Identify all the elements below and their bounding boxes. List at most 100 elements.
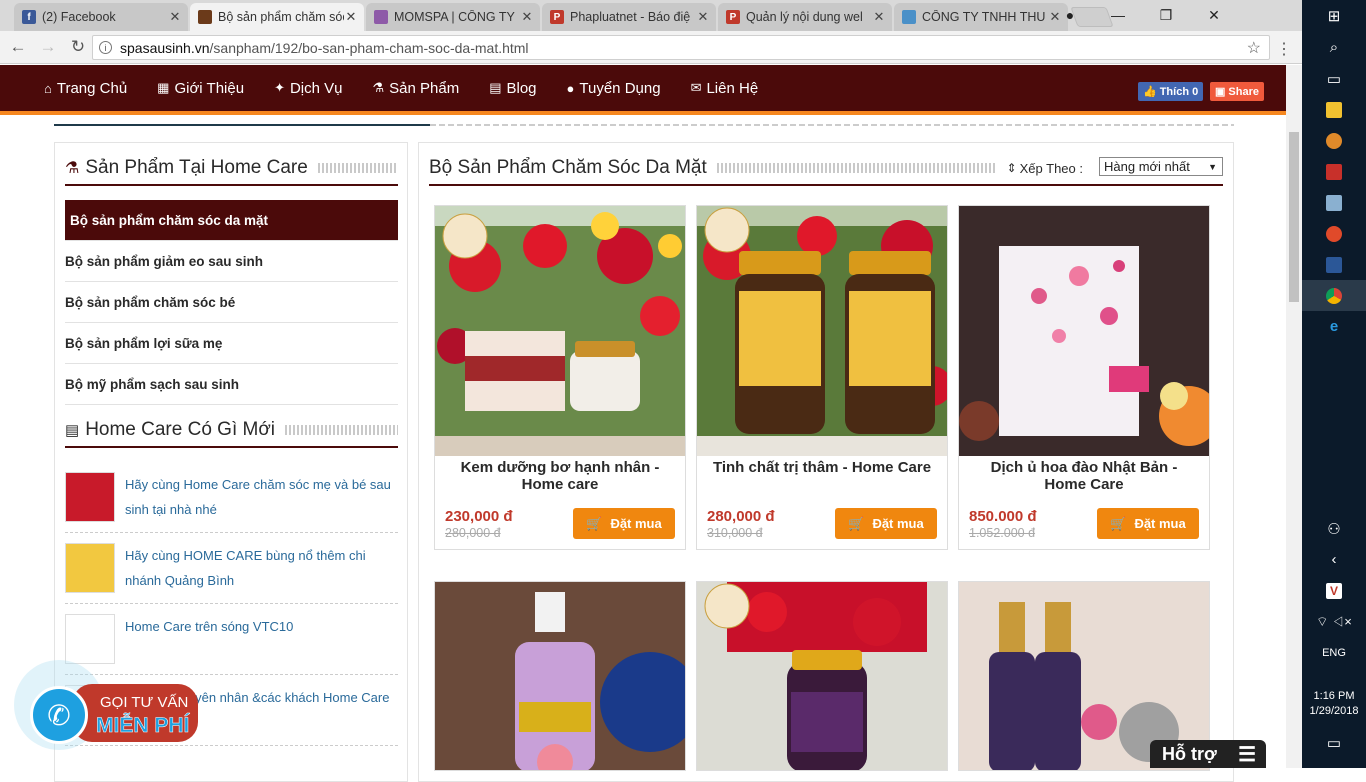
network-icon[interactable]: ⌔ ◁× xyxy=(1302,606,1366,637)
nav-item[interactable]: ▤ Blog xyxy=(489,80,536,97)
url-bar[interactable]: i spasausinh.vn/sanpham/192/bo-san-pham-… xyxy=(92,35,1270,60)
news-thumbnail[interactable] xyxy=(65,472,115,522)
chevron-left-icon[interactable]: ‹ xyxy=(1302,544,1366,575)
search-icon[interactable]: ⌕ xyxy=(1302,32,1366,63)
windows-start-icon[interactable]: ⊞ xyxy=(1302,0,1366,32)
sidebar-category-item[interactable]: Bộ sản phẩm chăm sóc da mặt xyxy=(65,200,398,241)
browser-tab[interactable]: P Phapluatnet - Báo điệ ✕ xyxy=(542,3,716,31)
minimize-button[interactable]: — xyxy=(1094,7,1142,23)
url-domain: spasausinh.vn xyxy=(120,39,210,56)
nav-item[interactable]: ✉ Liên Hệ xyxy=(691,80,759,97)
maximize-button[interactable]: ❐ xyxy=(1142,7,1190,24)
sidebar-category-item[interactable]: Bộ sản phẩm chăm sóc bé xyxy=(65,282,398,323)
call-consult-widget[interactable]: ✆ GỌI TƯ VẤN MIỄN PHÍ xyxy=(14,660,199,750)
product-card[interactable]: Kem dưỡng bơ hạnh nhân - Home care 230,0… xyxy=(434,205,686,550)
notepad-icon[interactable] xyxy=(1302,187,1366,218)
news-link[interactable]: Home Care trên sóng VTC10 xyxy=(125,614,293,664)
news-item[interactable]: Hãy cùng Home Care chăm sóc mẹ và bé sau… xyxy=(65,462,398,533)
file-explorer-icon[interactable] xyxy=(1302,94,1366,125)
close-tab-icon[interactable]: ✕ xyxy=(696,9,710,25)
nav-item[interactable]: ✦ Dịch Vụ xyxy=(274,80,342,97)
buy-button[interactable]: 🛒 Đặt mua xyxy=(1097,508,1199,539)
task-view-icon[interactable]: ▭ xyxy=(1302,63,1366,94)
people-icon[interactable]: ⚇ xyxy=(1302,513,1366,544)
favicon-icon xyxy=(902,10,916,24)
bookmark-star-icon[interactable]: ☆ xyxy=(1247,38,1261,58)
sort-label: Xếp Theo : xyxy=(1019,160,1083,176)
word-icon[interactable] xyxy=(1302,249,1366,280)
pin-icon: ✦ xyxy=(274,80,285,95)
close-tab-icon[interactable]: ✕ xyxy=(520,9,534,25)
product-card[interactable]: Tinh chất trị thâm - Home Care 280,000 đ… xyxy=(696,205,948,550)
browser-tab[interactable]: MOMSPA | CÔNG TY ✕ xyxy=(366,3,540,31)
product-name[interactable]: Tinh chất trị thâm - Home Care xyxy=(707,459,937,476)
user-icon: ● xyxy=(566,80,575,96)
close-window-button[interactable]: ✕ xyxy=(1190,7,1238,24)
news-item[interactable]: Hãy cùng HOME CARE bùng nổ thêm chi nhán… xyxy=(65,533,398,604)
product-card[interactable] xyxy=(434,581,686,771)
product-card[interactable] xyxy=(696,581,948,771)
share-button[interactable]: ▣ Share xyxy=(1210,82,1264,101)
edge-icon[interactable]: e xyxy=(1302,311,1366,342)
close-tab-icon[interactable]: ✕ xyxy=(168,9,182,25)
chrome-menu-icon[interactable]: ⋮ xyxy=(1276,39,1292,59)
close-tab-icon[interactable]: ✕ xyxy=(872,9,886,25)
language-indicator[interactable]: ENG xyxy=(1302,637,1366,668)
buy-button[interactable]: 🛒 Đặt mua xyxy=(573,508,675,539)
thumbs-up-icon: 👍 xyxy=(1143,86,1157,98)
browser-tab[interactable]: P Quản lý nội dung wel ✕ xyxy=(718,3,892,31)
news-link[interactable]: Hãy cùng Home Care chăm sóc mẹ và bé sau… xyxy=(125,472,398,522)
profile-icon[interactable]: ● xyxy=(1046,7,1094,23)
back-icon[interactable]: ← xyxy=(6,37,30,57)
sidebar-category-item[interactable]: Bộ sản phẩm giảm eo sau sinh xyxy=(65,241,398,282)
app-tray-icon[interactable]: V xyxy=(1302,575,1366,606)
sort-select[interactable]: Hàng mới nhất ▼ xyxy=(1099,157,1223,176)
app-icon[interactable] xyxy=(1302,156,1366,187)
product-image[interactable] xyxy=(697,582,948,771)
nav-item[interactable]: ● Tuyển Dụng xyxy=(567,80,661,97)
product-image[interactable] xyxy=(697,206,947,456)
clock[interactable]: 1:16 PM 1/29/2018 xyxy=(1310,690,1359,717)
news-link[interactable]: Hãy cùng HOME CARE bùng nổ thêm chi nhán… xyxy=(125,543,398,593)
browser-tab[interactable]: Bộ sản phẩm chăm sóc ✕ xyxy=(190,3,364,31)
favicon-icon xyxy=(374,10,388,24)
site-navbar: ⌂ Trang Chủ ▦ Giới Thiệu ✦ Dịch Vụ ⚗ Sản Phẩm ▤ B… xyxy=(0,65,1286,115)
news-thumbnail[interactable] xyxy=(65,614,115,664)
product-image[interactable] xyxy=(435,582,686,771)
app-icon[interactable] xyxy=(1302,218,1366,249)
browser-tab[interactable]: f (2) Facebook ✕ xyxy=(14,3,188,31)
product-image[interactable] xyxy=(435,206,685,456)
reload-icon[interactable]: ↻ xyxy=(66,37,90,57)
nav-item[interactable]: ⌂ Trang Chủ xyxy=(44,80,127,97)
nav-item[interactable]: ⚗ Sản Phẩm xyxy=(373,80,460,97)
news-heading: ▤ Home Care Có Gì Mới xyxy=(65,419,398,441)
close-tab-icon[interactable]: ✕ xyxy=(344,9,358,25)
flask-icon: ⚗ xyxy=(65,160,80,177)
sidebar-category-item[interactable]: Bộ sản phẩm lợi sữa mẹ xyxy=(65,323,398,364)
forward-icon[interactable]: → xyxy=(36,37,60,57)
page-scrollbar[interactable] xyxy=(1286,65,1302,768)
product-old-price: 280,000 đ xyxy=(445,526,501,540)
info-icon[interactable]: i xyxy=(99,41,112,54)
product-price: 850.000 đ xyxy=(969,508,1037,525)
app-icon[interactable] xyxy=(1302,125,1366,156)
buy-button[interactable]: 🛒 Đặt mua xyxy=(835,508,937,539)
sort-icon: ⇕ xyxy=(1006,161,1017,175)
newspaper-icon: ▤ xyxy=(489,80,502,95)
product-old-price: 310,000 đ xyxy=(707,526,763,540)
product-name[interactable]: Kem dưỡng bơ hạnh nhân - Home care xyxy=(445,459,675,493)
sidebar-category-item[interactable]: Bộ mỹ phẩm sạch sau sinh xyxy=(65,364,398,405)
scrollbar-thumb[interactable] xyxy=(1289,132,1299,302)
support-button[interactable]: Hỗ trợ ☰ xyxy=(1150,740,1266,768)
product-name[interactable]: Dịch ủ hoa đào Nhật Bản - Home Care xyxy=(969,459,1199,493)
facebook-like-button[interactable]: 👍 Thích 0 xyxy=(1138,82,1204,101)
action-center-icon[interactable]: ▭ xyxy=(1302,727,1366,758)
news-thumbnail[interactable] xyxy=(65,543,115,593)
nav-item[interactable]: ▦ Giới Thiệu xyxy=(157,80,244,97)
product-card[interactable]: Dịch ủ hoa đào Nhật Bản - Home Care 850.… xyxy=(958,205,1210,550)
browser-tab[interactable]: CÔNG TY TNHH THU ✕ xyxy=(894,3,1068,31)
product-image[interactable] xyxy=(959,206,1209,456)
home-icon: ⌂ xyxy=(44,80,52,96)
chrome-icon[interactable] xyxy=(1302,280,1366,311)
building-icon: ▦ xyxy=(157,80,170,95)
